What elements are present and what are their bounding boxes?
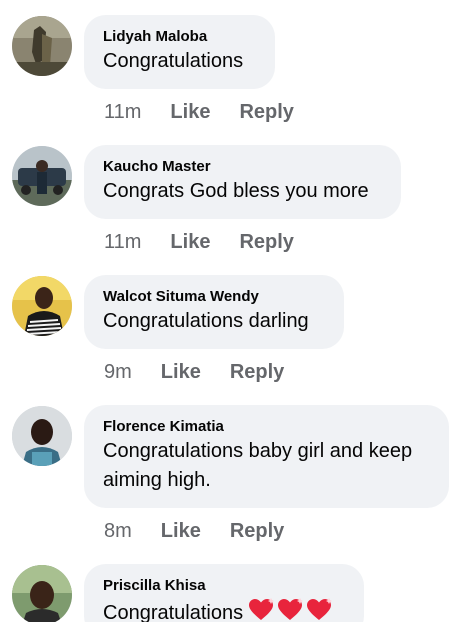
comment-author[interactable]: Walcot Situma Wendy (103, 287, 324, 307)
comment-text: Congratulations darling (103, 310, 309, 332)
comment-author[interactable]: Priscilla Khisa (103, 576, 344, 596)
comment-text-line: Congratulations (103, 596, 344, 622)
comment-timestamp[interactable]: 11m (104, 99, 141, 125)
comment-text: Congrats God bless you more (103, 180, 369, 202)
like-button[interactable]: Like (170, 99, 210, 125)
comment-text: Congratulations baby girl and keep aimin… (103, 440, 413, 491)
comment-bubble: Walcot Situma Wendy Congratulations darl… (84, 275, 344, 349)
comment-text: Congratulations (103, 50, 244, 72)
sparkling-heart-emoji-icon (247, 596, 333, 622)
comment-bubble: Kaucho Master Congrats God bless you mor… (84, 145, 401, 219)
comment-bubble: Lidyah Maloba Congratulations (84, 15, 275, 89)
like-button[interactable]: Like (161, 518, 201, 544)
avatar-photo-icon (12, 146, 72, 206)
avatar[interactable] (12, 406, 72, 466)
comment-text: Congratulations (103, 602, 244, 622)
like-button[interactable]: Like (161, 359, 201, 385)
avatar-photo-icon (12, 16, 72, 76)
comment-timestamp[interactable]: 11m (104, 229, 141, 255)
reply-button[interactable]: Reply (239, 229, 293, 255)
avatar-photo-icon (12, 406, 72, 466)
comment-author[interactable]: Lidyah Maloba (103, 27, 255, 47)
avatar[interactable] (12, 16, 72, 76)
comment-actions: 11m Like Reply (104, 99, 294, 125)
avatar[interactable] (12, 565, 72, 622)
avatar[interactable] (12, 276, 72, 336)
comment-bubble: Florence Kimatia Congratulations baby gi… (84, 405, 449, 508)
comment-bubble: Priscilla Khisa Congratulations (84, 564, 364, 622)
comment-timestamp[interactable]: 8m (104, 518, 132, 544)
comment-actions: 8m Like Reply (104, 518, 284, 544)
reply-button[interactable]: Reply (230, 359, 284, 385)
comment-author[interactable]: Florence Kimatia (103, 417, 429, 437)
avatar[interactable] (12, 146, 72, 206)
comment-actions: 11m Like Reply (104, 229, 294, 255)
avatar-photo-icon (12, 565, 72, 622)
comment-actions: 9m Like Reply (104, 359, 284, 385)
avatar-photo-icon (12, 276, 72, 336)
reply-button[interactable]: Reply (230, 518, 284, 544)
like-button[interactable]: Like (170, 229, 210, 255)
reply-button[interactable]: Reply (239, 99, 293, 125)
comment-author[interactable]: Kaucho Master (103, 157, 381, 177)
comment-timestamp[interactable]: 9m (104, 359, 132, 385)
